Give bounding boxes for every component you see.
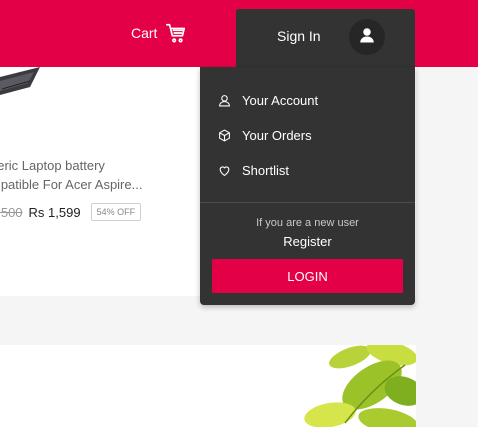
heart-icon — [218, 164, 231, 177]
cart-icon — [165, 22, 187, 44]
product-title-line-1: neric Laptop battery — [0, 158, 105, 173]
cart-button[interactable]: Cart — [131, 22, 187, 44]
product-title[interactable]: neric Laptop battery mpatible For Acer A… — [0, 156, 180, 194]
new-user-text: If you are a new user — [256, 217, 359, 229]
user-icon — [218, 94, 231, 107]
menu-item-shortlist[interactable]: Shortlist — [218, 163, 289, 178]
menu-item-label: Your Orders — [242, 128, 312, 143]
original-price: 3,500 — [0, 204, 23, 220]
box-icon — [218, 129, 231, 142]
login-button[interactable]: LOGIN — [212, 259, 403, 293]
user-avatar-icon — [358, 26, 376, 49]
account-dropdown: Your Account Your Orders Shortlist If yo… — [200, 67, 415, 305]
menu-item-label: Your Account — [242, 93, 319, 108]
top-navbar: Cart Sign In — [0, 0, 478, 67]
cart-label: Cart — [131, 25, 158, 41]
menu-divider — [200, 202, 415, 203]
signin-label: Sign In — [277, 28, 321, 44]
menu-item-your-account[interactable]: Your Account — [218, 93, 318, 108]
laptop-battery-image — [0, 67, 70, 97]
price-row: 3,500 Rs 1,599 54% OFF — [0, 203, 142, 221]
product-title-line-2: mpatible For Acer Aspire... — [0, 177, 143, 192]
menu-item-label: Shortlist — [242, 163, 289, 178]
menu-item-your-orders[interactable]: Your Orders — [218, 128, 312, 143]
avatar[interactable] — [349, 19, 385, 55]
sale-price: Rs 1,599 — [28, 204, 81, 220]
discount-badge: 54% OFF — [90, 203, 142, 221]
register-link[interactable]: Register — [200, 234, 415, 249]
signin-toggle[interactable]: Sign In — [236, 9, 415, 67]
plant-leaves-image — [304, 345, 416, 427]
promo-banner[interactable] — [0, 345, 416, 427]
